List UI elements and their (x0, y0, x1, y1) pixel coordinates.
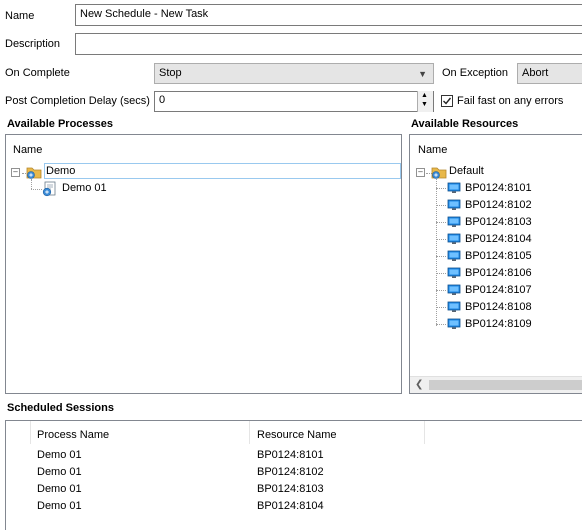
resource-item-label: BP0124:8105 (465, 250, 532, 262)
available-processes-title: Available Processes (7, 118, 113, 130)
on-complete-value: Stop (159, 67, 182, 79)
resource-name-cell: BP0124:8104 (257, 500, 324, 512)
tree-line (31, 179, 32, 189)
table-row[interactable]: Demo 01 BP0124:8103 (6, 481, 582, 498)
resource-name-cell: BP0124:8102 (257, 466, 324, 478)
computer-icon (447, 284, 461, 295)
computer-icon (447, 301, 461, 312)
description-label: Description (5, 38, 61, 50)
checkmark-icon (443, 97, 452, 105)
resource-item[interactable]: BP0124:8108 (410, 299, 580, 316)
process-icon (42, 181, 56, 197)
tree-line (436, 273, 446, 274)
computer-icon (447, 233, 461, 244)
description-input[interactable] (75, 33, 582, 55)
name-input[interactable]: New Schedule - New Task (75, 4, 582, 26)
resource-item[interactable]: BP0124:8102 (410, 197, 580, 214)
computer-icon (447, 182, 461, 193)
table-row[interactable]: Demo 01 BP0124:8104 (6, 498, 582, 515)
resource-name-cell: BP0124:8101 (257, 449, 324, 461)
computer-icon (447, 199, 461, 210)
tree-line (436, 256, 446, 257)
resource-item-label: BP0124:8101 (465, 182, 532, 194)
post-delay-value: 0 (159, 94, 166, 106)
resource-item-label: BP0124:8102 (465, 199, 532, 211)
post-delay-label: Post Completion Delay (secs) (5, 95, 150, 107)
process-name-cell: Demo 01 (37, 449, 82, 461)
processes-column-header: Name (13, 144, 43, 156)
resource-item[interactable]: BP0124:8104 (410, 231, 580, 248)
process-name-cell: Demo 01 (37, 500, 82, 512)
table-row[interactable]: Demo 01 BP0124:8101 (6, 447, 582, 464)
tree-line (436, 222, 446, 223)
resource-item[interactable]: BP0124:8107 (410, 282, 580, 299)
fail-fast-checkbox[interactable] (441, 95, 453, 107)
tree-line (436, 205, 446, 206)
column-divider (424, 421, 425, 444)
spin-down-icon[interactable]: ▼ (421, 101, 428, 109)
resource-item-label: BP0124:8107 (465, 284, 532, 296)
fail-fast-label: Fail fast on any errors (457, 95, 564, 107)
scroll-left-icon[interactable]: ❮ (415, 379, 423, 390)
computer-icon (447, 267, 461, 278)
computer-icon (447, 250, 461, 261)
processes-tree[interactable]: Name – Demo Demo 01 (5, 134, 402, 394)
folder-icon (26, 167, 42, 179)
column-divider (249, 421, 250, 444)
resources-horizontal-scrollbar[interactable]: ❮ (410, 376, 582, 393)
scrollbar-thumb[interactable] (429, 380, 582, 390)
resources-tree[interactable]: Name – Default BP0124:8101 BP0124:8102 B… (409, 134, 582, 394)
on-complete-select[interactable]: Stop ▼ (154, 63, 434, 84)
scheduled-sessions-title: Scheduled Sessions (7, 402, 114, 414)
computer-icon (447, 318, 461, 329)
chevron-down-icon: ▼ (418, 69, 427, 79)
tree-line (31, 189, 42, 190)
column-divider (30, 421, 31, 444)
on-exception-select[interactable]: Abort (517, 63, 582, 84)
minus-square-icon[interactable]: – (11, 168, 20, 177)
process-name-cell: Demo 01 (37, 466, 82, 478)
resource-item-label: BP0124:8108 (465, 301, 532, 313)
table-row[interactable]: Demo 01 BP0124:8102 (6, 464, 582, 481)
resource-name-column-header[interactable]: Resource Name (257, 429, 336, 441)
process-item-demo-01[interactable]: Demo 01 (62, 182, 107, 194)
tree-line (436, 307, 446, 308)
processes-group-label: Demo (46, 165, 76, 177)
resource-item[interactable]: BP0124:8106 (410, 265, 580, 282)
resource-item[interactable]: BP0124:8105 (410, 248, 580, 265)
spin-up-icon[interactable]: ▲ (421, 92, 428, 100)
resource-item-label: BP0124:8109 (465, 318, 532, 330)
computer-icon (447, 216, 461, 227)
on-complete-label: On Complete (5, 67, 70, 79)
resources-column-header: Name (418, 144, 448, 156)
tree-line (436, 188, 446, 189)
available-resources-title: Available Resources (411, 118, 519, 130)
resources-group-label[interactable]: Default (449, 165, 484, 177)
tree-line (436, 290, 446, 291)
process-name-cell: Demo 01 (37, 483, 82, 495)
resource-item[interactable]: BP0124:8103 (410, 214, 580, 231)
name-label: Name (5, 10, 35, 22)
tree-line (436, 324, 446, 325)
on-exception-value: Abort (522, 67, 549, 79)
process-name-column-header[interactable]: Process Name (37, 429, 109, 441)
resource-name-cell: BP0124:8103 (257, 483, 324, 495)
delay-spinner[interactable]: ▲ ▼ (417, 91, 433, 112)
resource-item-label: BP0124:8103 (465, 216, 532, 228)
resource-item[interactable]: BP0124:8109 (410, 316, 580, 333)
tree-line (436, 239, 446, 240)
on-exception-label: On Exception (442, 67, 509, 79)
resource-item-label: BP0124:8106 (465, 267, 532, 279)
post-delay-input[interactable]: 0 (154, 91, 434, 112)
resource-item[interactable]: BP0124:8101 (410, 180, 580, 197)
minus-square-icon[interactable]: – (416, 168, 425, 177)
folder-icon (431, 167, 447, 179)
sessions-grid[interactable]: Process Name Resource Name Demo 01 BP012… (5, 420, 582, 530)
resource-item-label: BP0124:8104 (465, 233, 532, 245)
processes-group-row[interactable]: Demo (44, 163, 401, 179)
